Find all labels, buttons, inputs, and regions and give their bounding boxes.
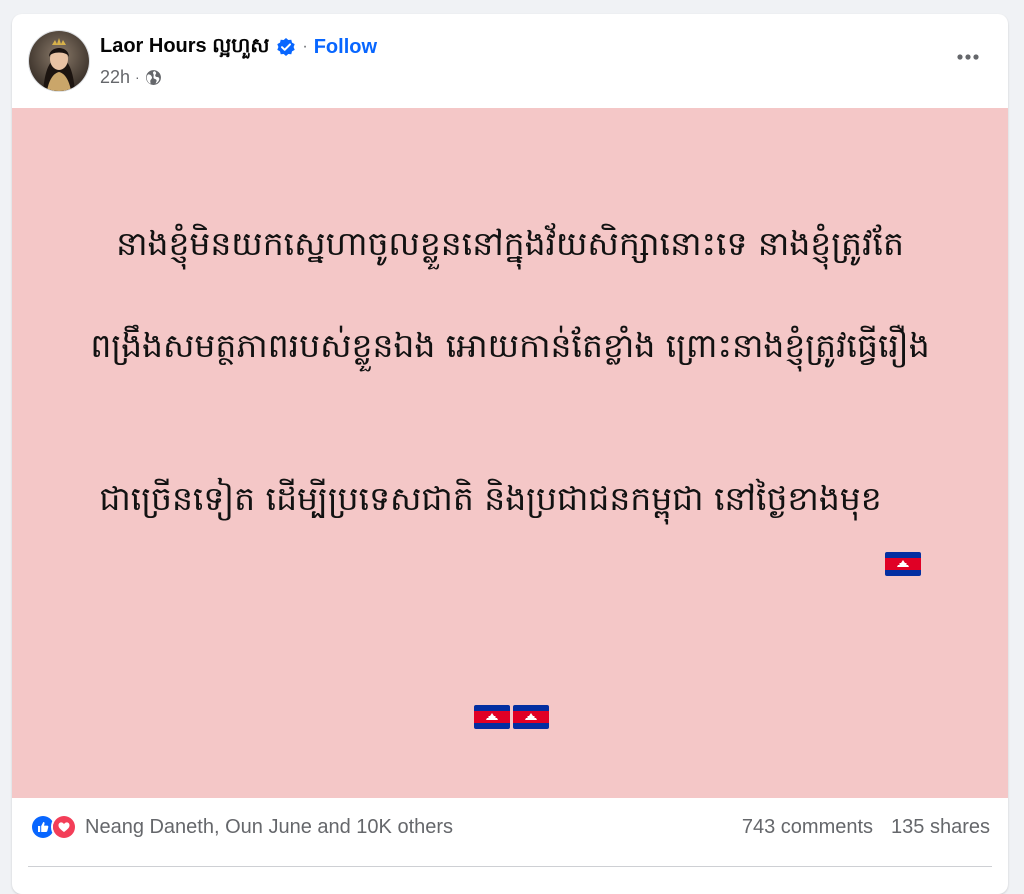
footer-divider xyxy=(28,866,992,867)
post-text-line-with-flag: ជាច្រើនទៀត ដើម្បីប្រទេសជាតិ និងប្រជាជនកម… xyxy=(60,422,960,576)
post-engagement-bar: Neang Daneth, Oun June and 10K others 74… xyxy=(12,798,1008,858)
post-text-line: ពង្រឹងសមត្ថភាពរបស់ខ្លួនឯង អោយកាន់តែខ្លាំ… xyxy=(90,325,930,365)
more-options-icon[interactable] xyxy=(952,46,984,68)
comments-count-link[interactable]: 743 comments xyxy=(742,816,873,839)
engagement-counts: 743 comments 135 shares xyxy=(742,812,990,842)
post-timestamp[interactable]: 22h xyxy=(100,67,130,88)
post-text-line: នាងខ្ញុំមិនយកស្នេហាចូលខ្លួននៅក្នុងវ័យសិក… xyxy=(116,223,904,263)
flag-row xyxy=(60,575,960,729)
post-header: Laor Hours ល្អហួស · Follow 22h · xyxy=(12,14,1008,108)
shares-count-link[interactable]: 135 shares xyxy=(891,816,990,839)
post-text: នាងខ្ញុំមិនយកស្នេហាចូលខ្លួននៅក្នុងវ័យសិក… xyxy=(60,167,960,729)
globe-icon[interactable] xyxy=(145,69,162,86)
cambodia-flag-icon xyxy=(474,641,510,729)
separator-dot: · xyxy=(302,38,308,55)
love-icon xyxy=(51,814,77,840)
author-row: Laor Hours ល្អហួស · Follow xyxy=(100,34,377,60)
follow-button[interactable]: Follow xyxy=(314,36,377,59)
author-name[interactable]: Laor Hours ល្អហួស xyxy=(100,32,269,62)
reaction-summary-text: Neang Daneth, Oun June and 10K others xyxy=(85,815,454,838)
verified-badge-icon xyxy=(276,37,296,57)
cambodia-flag-icon xyxy=(513,641,549,729)
author-avatar[interactable] xyxy=(28,30,90,92)
post-text-background: នាងខ្ញុំមិនយកស្នេហាចូលខ្លួននៅក្នុងវ័យសិក… xyxy=(12,108,1008,798)
post-card: Laor Hours ល្អហួស · Follow 22h · នាងខ្ញុ… xyxy=(12,14,1008,894)
reaction-summary[interactable]: Neang Daneth, Oun June and 10K others xyxy=(30,812,453,842)
reaction-icons xyxy=(30,814,77,840)
post-text-line: ជាច្រើនទៀត ដើម្បីប្រទេសជាតិ និងប្រជាជនកម… xyxy=(99,478,882,518)
post-meta: 22h · xyxy=(100,66,162,88)
cambodia-flag-icon xyxy=(884,488,921,576)
separator-dot: · xyxy=(135,69,140,85)
